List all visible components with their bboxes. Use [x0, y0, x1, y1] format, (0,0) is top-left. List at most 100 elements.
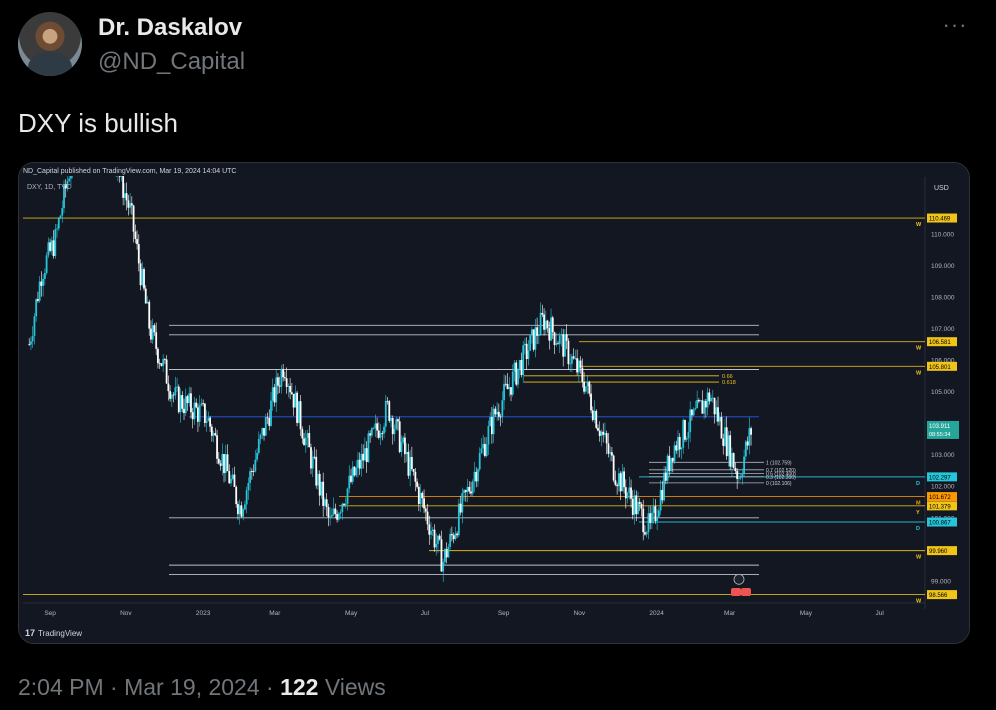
candle-body [722, 438, 725, 446]
candle-body [254, 459, 257, 472]
candle-body [282, 368, 285, 378]
candle-body [322, 481, 325, 506]
price-chart: 99.000100.000101.000102.000103.000104.00… [19, 163, 969, 643]
candle-body [136, 239, 138, 245]
candle-body [160, 363, 163, 366]
candle-body [287, 385, 290, 387]
symbol-label: DXY, 1D, TVC [27, 184, 72, 191]
candle-body [428, 524, 431, 535]
candle-body [184, 396, 187, 414]
candle-body [581, 367, 584, 383]
candle-body [633, 495, 636, 515]
candle-body [289, 385, 292, 393]
candle-body [273, 387, 276, 403]
candle-body [532, 329, 535, 350]
candle-body [195, 402, 198, 408]
candle-body [459, 503, 462, 513]
candle-body [619, 473, 622, 492]
candle-body [296, 392, 298, 423]
candle-body [344, 503, 347, 505]
x-tick-label: May [800, 610, 813, 617]
candle-body [743, 456, 746, 474]
candle-body [412, 469, 415, 472]
candle-body [261, 428, 264, 435]
fib-label: 0 (102.106) [766, 481, 792, 487]
candle-body [597, 427, 599, 431]
candle-body [50, 240, 53, 251]
candle-body [42, 278, 45, 286]
candle-body [278, 385, 281, 387]
candle-body [657, 510, 660, 517]
candle-body [47, 242, 50, 256]
candle-body [52, 240, 55, 257]
candle-body [624, 487, 627, 499]
candle-body [339, 512, 342, 514]
author-handle[interactable]: @ND_Capital [98, 48, 245, 76]
candle-body [348, 475, 351, 489]
candle-body [524, 343, 526, 346]
candle-body [539, 312, 542, 336]
candle-body [501, 400, 504, 417]
author-name[interactable]: Dr. Daskalov [98, 14, 242, 42]
candle-body [275, 377, 278, 403]
candle-body [317, 473, 319, 486]
last-price-value: 103.911 [929, 424, 951, 430]
candle-body [417, 486, 420, 505]
candle-body [744, 441, 747, 457]
candle-body [386, 400, 389, 402]
candle-body [731, 453, 733, 467]
candle-body [155, 332, 158, 349]
candle-body [374, 423, 377, 429]
candle-body [209, 417, 212, 427]
candle-body [708, 392, 711, 402]
candle-body [144, 288, 147, 304]
tweet-time[interactable]: 2:04 PM [18, 674, 104, 700]
candle-body [391, 417, 394, 435]
candle-body [219, 463, 222, 466]
candle-body [602, 431, 605, 435]
candle-body [522, 345, 525, 376]
candle-body [313, 456, 316, 458]
candle-body [303, 438, 305, 446]
x-tick-label: Mar [269, 610, 281, 617]
x-tick-label: 2024 [649, 610, 664, 617]
candle-body [715, 407, 718, 415]
avatar[interactable] [18, 12, 82, 76]
candle-body [640, 504, 643, 509]
candle-body [143, 269, 145, 289]
last-price-countdown: 08:55:34 [929, 432, 950, 438]
candle-body [35, 299, 38, 317]
candle-body [696, 399, 699, 409]
candle-body [550, 317, 552, 341]
candle-body [442, 562, 445, 572]
tweet-date[interactable]: Mar 19, 2024 [124, 674, 260, 700]
candle-body [228, 471, 231, 484]
candle-body [404, 437, 406, 455]
candle-body [701, 400, 704, 414]
candle-body [503, 383, 505, 401]
candle-body [727, 435, 730, 457]
tradingview-logo-text: TradingView [38, 628, 83, 638]
candle-body [560, 334, 563, 336]
more-horizontal-icon[interactable]: ··· [940, 14, 970, 40]
y-tick-label: 108.000 [931, 294, 955, 301]
candle-body [499, 416, 502, 418]
x-tick-label: Mar [724, 610, 736, 617]
candle-body [461, 493, 464, 513]
candle-body [637, 501, 639, 515]
candle-body [40, 281, 43, 286]
candle-body [264, 417, 267, 436]
candle-body [197, 407, 199, 422]
candle-body [223, 454, 225, 474]
candle-body [588, 381, 591, 394]
candle-body [257, 438, 260, 453]
candle-body [611, 452, 613, 456]
candle-body [671, 457, 674, 462]
candle-body [358, 459, 361, 469]
tweet-media-chart[interactable]: 99.000100.000101.000102.000103.000104.00… [18, 162, 970, 644]
candle-body [54, 229, 57, 257]
candle-body [569, 363, 572, 365]
candle-body [468, 486, 471, 492]
candle-body [329, 516, 332, 518]
candle-body [546, 320, 549, 329]
